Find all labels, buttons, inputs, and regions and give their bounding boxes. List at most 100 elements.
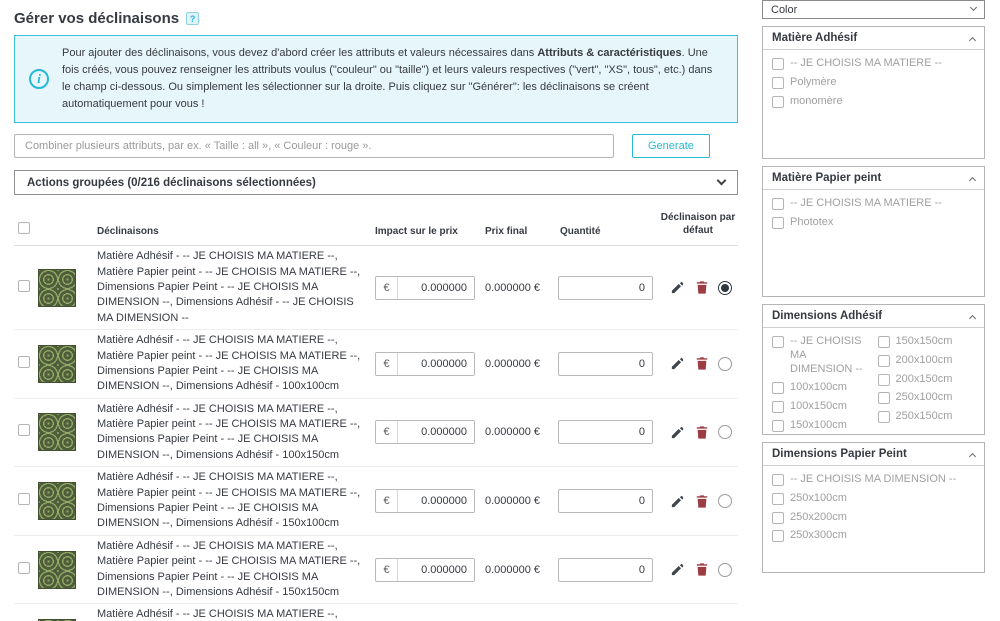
bulk-actions-label: Actions groupées (0/216 déclinaisons sél…: [27, 176, 316, 189]
quantity-input[interactable]: [558, 275, 653, 300]
final-price-value: 0.000000 €: [485, 563, 541, 576]
final-price-value: 0.000000 €: [485, 281, 541, 294]
attribute-checkbox[interactable]: [772, 511, 784, 524]
row-checkbox[interactable]: [18, 279, 30, 292]
quantity-input[interactable]: [558, 557, 653, 582]
attribute-option[interactable]: 100x150cm: [772, 400, 870, 414]
default-combination-radio[interactable]: [718, 425, 732, 440]
attribute-checkbox[interactable]: [877, 411, 890, 423]
edit-button[interactable]: [670, 562, 685, 577]
panel-title: Dimensions Papier Peint: [772, 448, 907, 460]
price-impact-input[interactable]: [398, 421, 474, 444]
attribute-checkbox[interactable]: [772, 382, 784, 395]
panel-header[interactable]: Matière Papier peint: [763, 167, 984, 190]
attribute-checkbox[interactable]: [772, 198, 784, 210]
attribute-option-label: 250x100cm: [895, 391, 953, 404]
chevron-up-icon: [968, 452, 977, 460]
quantity-input[interactable]: [558, 420, 653, 445]
attribute-option[interactable]: -- JE CHOISIS MA MATIERE --: [772, 57, 975, 71]
color-filter-select[interactable]: Color: [762, 0, 985, 19]
panel-title: Dimensions Adhésif: [772, 310, 883, 322]
currency-prefix: €: [376, 352, 398, 375]
delete-button[interactable]: [695, 356, 709, 371]
delete-button[interactable]: [695, 494, 709, 509]
price-impact-input[interactable]: [398, 558, 474, 581]
attribute-option[interactable]: 100x100cm: [772, 381, 870, 395]
attribute-option[interactable]: monomère: [772, 95, 975, 109]
currency-prefix: €: [376, 276, 398, 299]
default-combination-radio[interactable]: [718, 494, 732, 509]
attribute-option[interactable]: -- JE CHOISIS MA DIMENSION --: [772, 473, 975, 487]
price-impact-field: €: [375, 275, 475, 300]
generate-button[interactable]: Generate: [632, 134, 710, 159]
attribute-checkbox[interactable]: [877, 336, 890, 348]
quantity-input[interactable]: [558, 489, 653, 514]
trash-icon: [696, 494, 707, 508]
default-column-header: Déclinaison par défaut: [660, 212, 736, 237]
attribute-option-label: Polymère: [790, 75, 837, 88]
attribute-checkbox[interactable]: [877, 354, 890, 367]
attribute-option[interactable]: 250x100cm: [772, 492, 975, 506]
delete-button[interactable]: [695, 425, 709, 440]
attribute-checkbox[interactable]: [772, 492, 784, 505]
attribute-checkbox[interactable]: [772, 419, 784, 432]
trash-icon: [696, 357, 707, 371]
attribute-checkbox[interactable]: [877, 392, 890, 405]
attribute-option[interactable]: 250x100cm: [877, 391, 976, 405]
edit-button[interactable]: [670, 356, 685, 371]
attribute-option[interactable]: 200x150cm: [877, 373, 976, 387]
row-checkbox[interactable]: [18, 355, 30, 368]
attribute-option[interactable]: 250x300cm: [772, 529, 975, 543]
price-impact-input[interactable]: [398, 352, 474, 375]
attribute-option[interactable]: 200x100cm: [877, 354, 976, 368]
attribute-checkbox[interactable]: [772, 216, 784, 229]
panel-header[interactable]: Dimensions Papier Peint: [763, 443, 984, 466]
delete-button[interactable]: [695, 562, 709, 577]
attribute-option[interactable]: 250x200cm: [772, 511, 975, 525]
product-thumbnail: [38, 482, 76, 521]
attribute-option[interactable]: 150x100cm: [772, 419, 870, 433]
price-impact-input[interactable]: [398, 490, 474, 513]
row-checkbox[interactable]: [18, 561, 30, 574]
default-combination-radio[interactable]: [718, 280, 732, 295]
row-checkbox[interactable]: [18, 493, 30, 506]
attribute-checkbox[interactable]: [772, 76, 784, 89]
product-thumbnail: [38, 413, 76, 452]
edit-button[interactable]: [670, 280, 685, 295]
quantity-input[interactable]: [558, 351, 653, 376]
price-impact-input[interactable]: [398, 276, 474, 299]
delete-button[interactable]: [695, 280, 709, 295]
attribute-checkbox[interactable]: [772, 530, 784, 543]
attribute-checkbox[interactable]: [772, 401, 784, 413]
attribute-option[interactable]: Polymère: [772, 76, 975, 90]
panel-title: Matière Papier peint: [772, 172, 882, 184]
alert-text-part1: Pour ajouter des déclinaisons, vous deve…: [62, 47, 538, 59]
row-checkbox[interactable]: [18, 424, 30, 437]
attribute-checkbox[interactable]: [772, 95, 784, 108]
default-combination-radio[interactable]: [718, 562, 732, 577]
attribute-option[interactable]: 150x150cm: [877, 335, 976, 349]
attribute-checkbox[interactable]: [772, 474, 784, 486]
panel-header[interactable]: Matière Adhésif: [763, 27, 984, 50]
bulk-actions-bar[interactable]: Actions groupées (0/216 déclinaisons sél…: [14, 170, 738, 196]
combine-attributes-input[interactable]: [14, 134, 614, 159]
chevron-down-icon: [716, 175, 727, 186]
attribute-option[interactable]: 250x150cm: [877, 410, 976, 424]
panel-header[interactable]: Dimensions Adhésif: [763, 305, 984, 328]
attribute-checkbox[interactable]: [772, 336, 784, 348]
attribute-checkbox[interactable]: [772, 58, 784, 70]
attribute-checkbox[interactable]: [877, 373, 890, 386]
edit-button[interactable]: [670, 425, 685, 440]
attribute-option[interactable]: Phototex: [772, 216, 975, 230]
info-alert-text: Pour ajouter des déclinaisons, vous deve…: [62, 45, 723, 113]
default-combination-radio[interactable]: [718, 356, 732, 371]
edit-button[interactable]: [670, 494, 685, 509]
attribute-panel-dimensions-papier-peint: Dimensions Papier Peint -- JE CHOISIS MA…: [762, 442, 985, 573]
product-thumbnail: [38, 268, 76, 307]
attribute-option[interactable]: -- JE CHOISIS MA DIMENSION --: [772, 335, 870, 376]
attribute-option[interactable]: -- JE CHOISIS MA MATIERE --: [772, 197, 975, 211]
edit-icon: [671, 282, 684, 294]
help-icon[interactable]: ?: [186, 12, 200, 25]
attribute-panel-dimensions-adhesif: Dimensions Adhésif -- JE CHOISIS MA DIME…: [762, 304, 985, 435]
select-all-checkbox[interactable]: [18, 222, 30, 235]
